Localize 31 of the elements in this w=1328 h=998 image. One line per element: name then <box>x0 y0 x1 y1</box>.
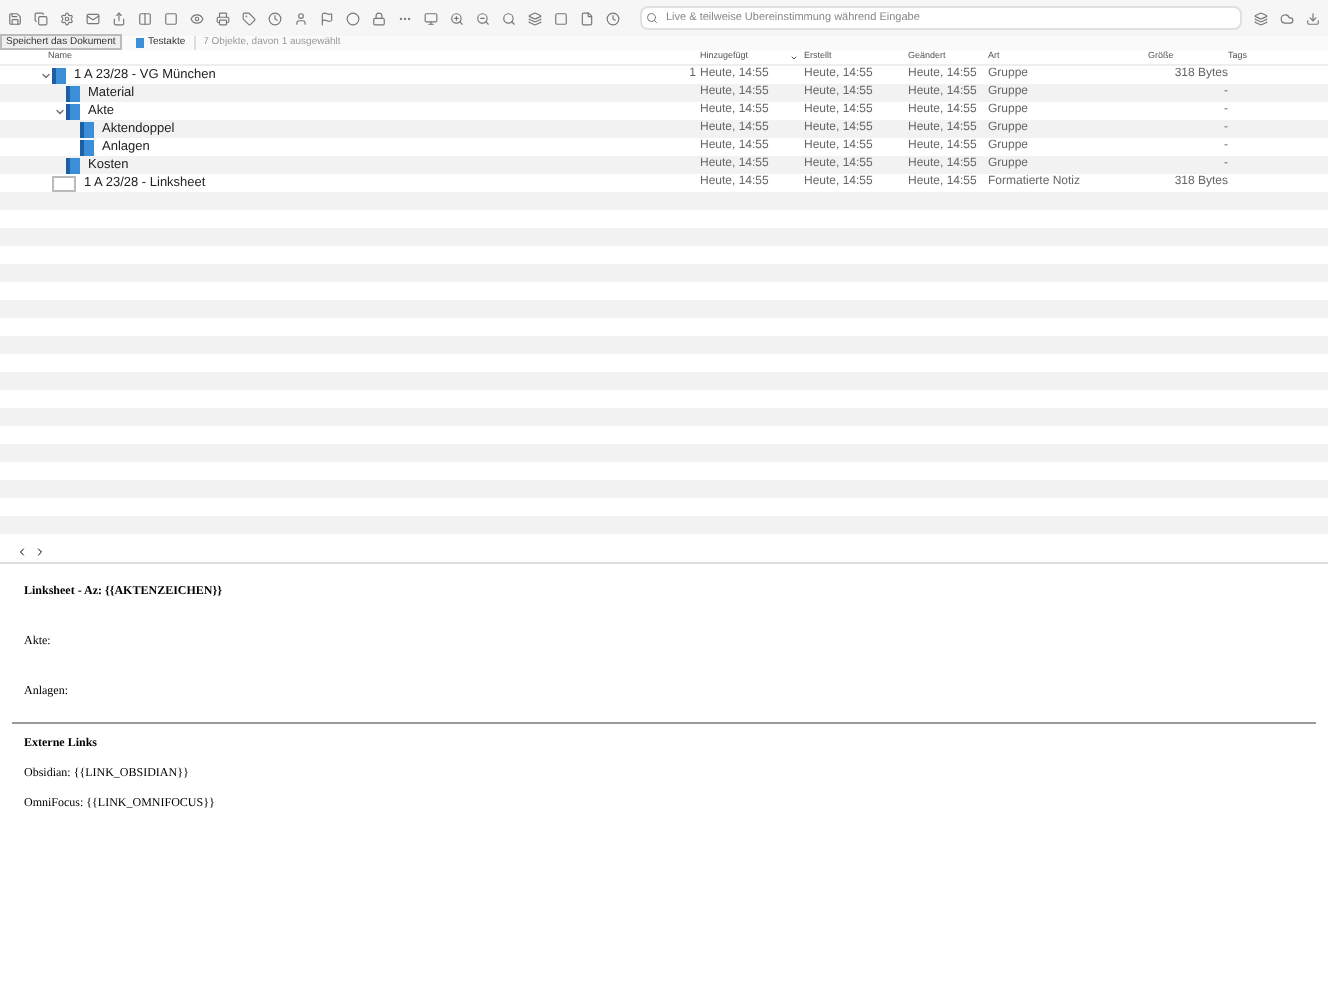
printer-icon[interactable] <box>216 11 230 25</box>
gear-icon[interactable] <box>60 11 74 25</box>
mail-icon[interactable] <box>86 11 100 25</box>
forward-icon[interactable] <box>34 546 46 558</box>
tag-icon[interactable] <box>242 11 256 25</box>
zoom-out-icon[interactable] <box>476 11 490 25</box>
lock-icon[interactable] <box>372 11 386 25</box>
search-icon <box>646 12 658 24</box>
flag-icon[interactable] <box>320 11 334 25</box>
square-icon[interactable] <box>164 11 178 25</box>
download-icon[interactable] <box>1306 11 1320 25</box>
layers-icon[interactable] <box>528 11 542 25</box>
cloud-icon[interactable] <box>1280 11 1294 25</box>
eye-icon[interactable] <box>190 11 204 25</box>
user-icon[interactable] <box>294 11 308 25</box>
circle-icon[interactable] <box>346 11 360 25</box>
save-icon[interactable] <box>8 11 22 25</box>
monitor-icon[interactable] <box>424 11 438 25</box>
file-icon[interactable] <box>580 11 594 25</box>
columns-icon[interactable] <box>138 11 152 25</box>
disclosure-icon[interactable] <box>54 105 66 117</box>
square-icon[interactable] <box>554 11 568 25</box>
search-icon[interactable] <box>502 11 516 25</box>
clock-icon[interactable] <box>606 11 620 25</box>
clock-icon[interactable] <box>268 11 282 25</box>
zoom-in-icon[interactable] <box>450 11 464 25</box>
copy-icon[interactable] <box>34 11 48 25</box>
layers-icon[interactable] <box>1254 11 1268 25</box>
disclosure-icon[interactable] <box>40 69 52 81</box>
back-icon[interactable] <box>16 546 28 558</box>
share-icon[interactable] <box>112 11 126 25</box>
